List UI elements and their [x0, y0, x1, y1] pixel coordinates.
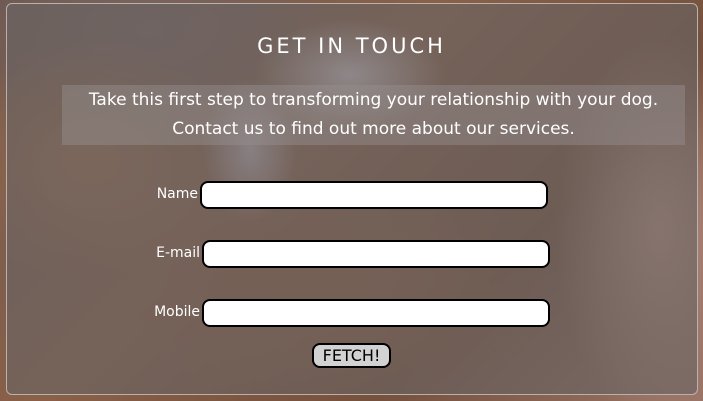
mobile-row: Mobile — [0, 299, 560, 327]
email-input[interactable] — [202, 240, 550, 268]
email-row: E-mail — [0, 240, 560, 268]
intro-line-1: Take this first step to transforming you… — [88, 90, 659, 110]
name-row: Name — [0, 181, 560, 209]
email-label: E-mail — [156, 245, 200, 261]
mobile-label: Mobile — [154, 304, 200, 320]
name-input[interactable] — [200, 181, 548, 209]
section-title: GET IN TOUCH — [257, 34, 446, 58]
name-label: Name — [156, 186, 198, 202]
fetch-submit-button[interactable]: FETCH! — [312, 343, 391, 368]
intro-line-2: Contact us to find out more about our se… — [172, 119, 575, 139]
intro-text: Take this first step to transforming you… — [62, 85, 685, 145]
mobile-input[interactable] — [202, 299, 550, 327]
